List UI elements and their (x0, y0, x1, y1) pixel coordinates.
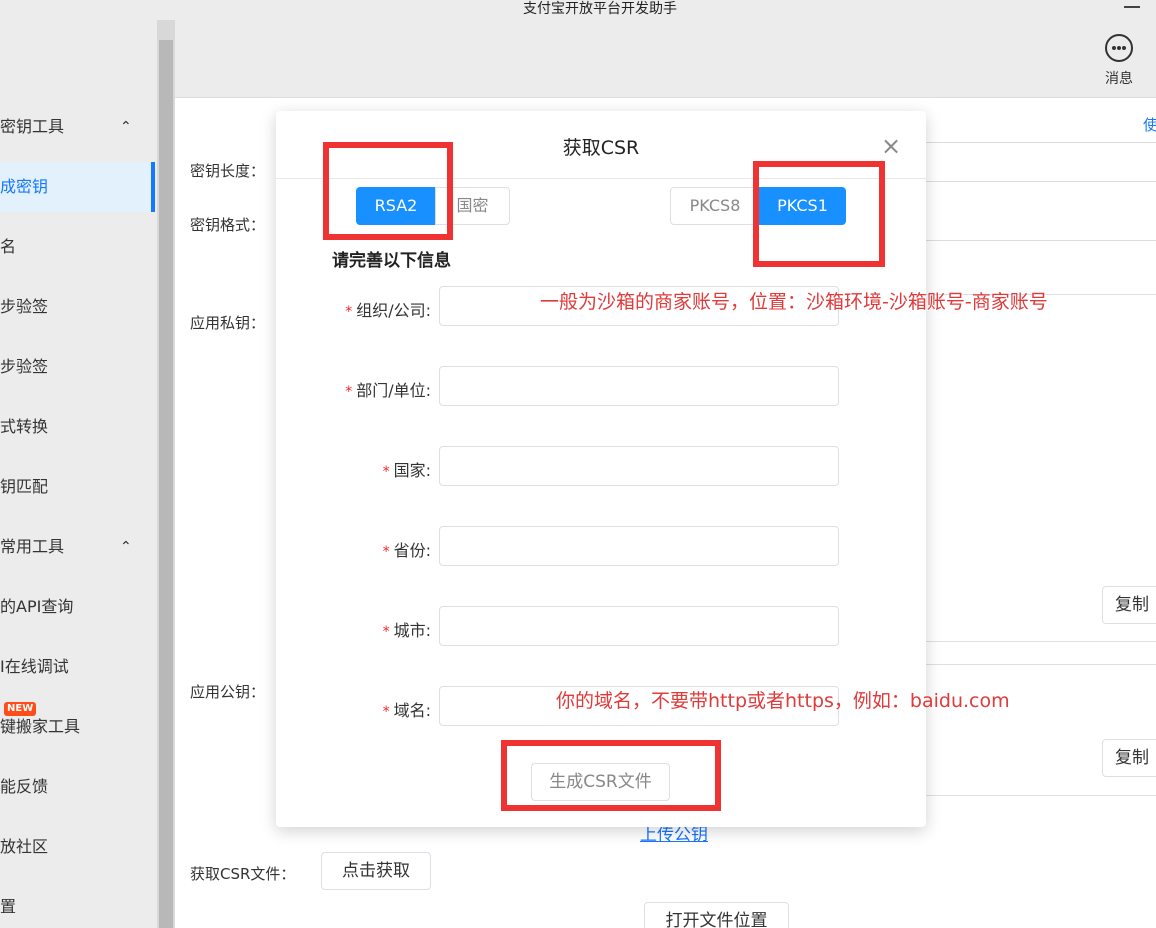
divider (925, 181, 1156, 182)
chevron-up-icon: ⌃ (120, 119, 132, 135)
domain-label: * 域名: (306, 697, 431, 721)
private-key-label: 应用私钥： (190, 314, 266, 332)
sidebar-item-label: 成密钥 (0, 177, 49, 196)
minimize-button[interactable] (1124, 0, 1140, 8)
city-label: * 城市: (306, 617, 431, 641)
sidebar-item-label: 钥匹配 (0, 477, 49, 496)
sidebar-item-label: 名 (0, 237, 17, 256)
sidebar-group-key-tools[interactable]: 密钥工具 ⌃ (0, 102, 155, 152)
sidebar-item-community[interactable]: 放社区 (0, 822, 155, 872)
org-label: * 组织/公司: (306, 297, 431, 321)
divider (925, 240, 1156, 241)
department-label: * 部门/单位: (306, 377, 431, 401)
sidebar-item-feedback[interactable]: 能反馈 (0, 762, 155, 812)
divider (925, 142, 1156, 143)
copy-private-key-button[interactable]: 复制 (1102, 586, 1156, 624)
sidebar-item-format-convert[interactable]: 式转换 (0, 402, 155, 452)
required-mark: * (382, 624, 390, 640)
title-bar: 支付宝开放平台开发助手 (0, 0, 1156, 20)
close-icon[interactable]: × (878, 133, 904, 159)
open-file-location-button[interactable]: 打开文件位置 (644, 902, 789, 928)
city-input[interactable] (439, 606, 839, 646)
sidebar-item-label: 常用工具 (0, 537, 65, 556)
section-title: 请完善以下信息 (332, 251, 451, 271)
sidebar-item-key-match[interactable]: 钥匹配 (0, 462, 155, 512)
key-format-label: 密钥格式： (190, 216, 266, 234)
sidebar-item-label: 式转换 (0, 417, 49, 436)
window-title: 支付宝开放平台开发助手 (523, 1, 677, 17)
sidebar-item-label: 放社区 (0, 837, 49, 856)
required-mark: * (382, 464, 390, 480)
org-annotation-note: 一般为沙箱的商家账号，位置：沙箱环境-沙箱账号-商家账号 (540, 291, 1048, 313)
required-mark: * (345, 304, 353, 320)
domain-label-text: 域名: (393, 701, 431, 720)
right-edge-link[interactable]: 使 (1143, 114, 1156, 135)
message-button[interactable]: 消息 (1094, 30, 1144, 90)
chevron-up-icon: ⌃ (120, 539, 132, 555)
get-csr-label: 获取CSR文件： (190, 865, 296, 883)
sidebar-item-sign[interactable]: 名 (0, 222, 155, 272)
department-input[interactable] (439, 366, 839, 406)
format-pkcs8-button[interactable]: PKCS8 (670, 187, 760, 225)
required-mark: * (382, 704, 390, 720)
sidebar-item-label: I在线调试 (0, 657, 69, 676)
sidebar-item-label: 步验签 (0, 297, 49, 316)
country-input[interactable] (439, 446, 839, 486)
sidebar-item-migration-tool[interactable]: 键搬家工具 NEW (0, 702, 155, 752)
sidebar-item-label: 的API查询 (0, 597, 74, 616)
province-label-text: 省份: (393, 541, 431, 560)
right-edge-link-text: 使 (1143, 116, 1156, 134)
copy-public-key-button[interactable]: 复制 (1102, 739, 1156, 777)
department-label-text: 部门/单位: (356, 381, 431, 400)
upload-public-key-text: 上传公钥 (640, 825, 708, 845)
highlight-box-algorithm (323, 142, 453, 240)
domain-annotation-note: 你的域名，不要带http或者https，例如：baidu.com (556, 690, 1010, 712)
sidebar-item-sync-verify[interactable]: 步验签 (0, 282, 155, 332)
sidebar-item-api-debug[interactable]: I在线调试 (0, 642, 155, 692)
city-label-text: 城市: (393, 621, 431, 640)
required-mark: * (382, 544, 390, 560)
sidebar-scrollbar-thumb[interactable] (159, 40, 173, 928)
get-csr-button[interactable]: 点击获取 (321, 852, 431, 890)
sidebar-item-label: 能反馈 (0, 777, 49, 796)
sidebar-item-settings[interactable]: 置 (0, 882, 155, 928)
public-key-label: 应用公钥： (190, 683, 266, 701)
highlight-box-generate (501, 740, 721, 811)
required-mark: * (345, 384, 353, 400)
key-length-label: 密钥长度： (190, 162, 266, 180)
highlight-box-format (753, 161, 885, 267)
country-label-text: 国家: (393, 461, 431, 480)
sidebar-item-api-query[interactable]: 的API查询 (0, 582, 155, 632)
new-badge: NEW (4, 702, 37, 716)
sidebar-item-label: 置 (0, 897, 17, 916)
sidebar-item-generate-key[interactable]: 成密钥 (0, 162, 155, 212)
province-label: * 省份: (306, 537, 431, 561)
sidebar-item-label: 密钥工具 (0, 117, 65, 136)
country-label: * 国家: (306, 457, 431, 481)
province-input[interactable] (439, 526, 839, 566)
sidebar-group-common-tools[interactable]: 常用工具 ⌃ (0, 522, 155, 572)
sidebar-item-async-verify[interactable]: 步验签 (0, 342, 155, 392)
sidebar-item-label: 步验签 (0, 357, 49, 376)
message-label: 消息 (1105, 71, 1133, 87)
sidebar: 密钥工具 ⌃ 成密钥 名 步验签 步验签 式转换 钥匹配 常用工具 ⌃ 的API… (0, 20, 157, 928)
chat-bubble-icon (1105, 34, 1133, 62)
org-label-text: 组织/公司: (356, 301, 431, 320)
